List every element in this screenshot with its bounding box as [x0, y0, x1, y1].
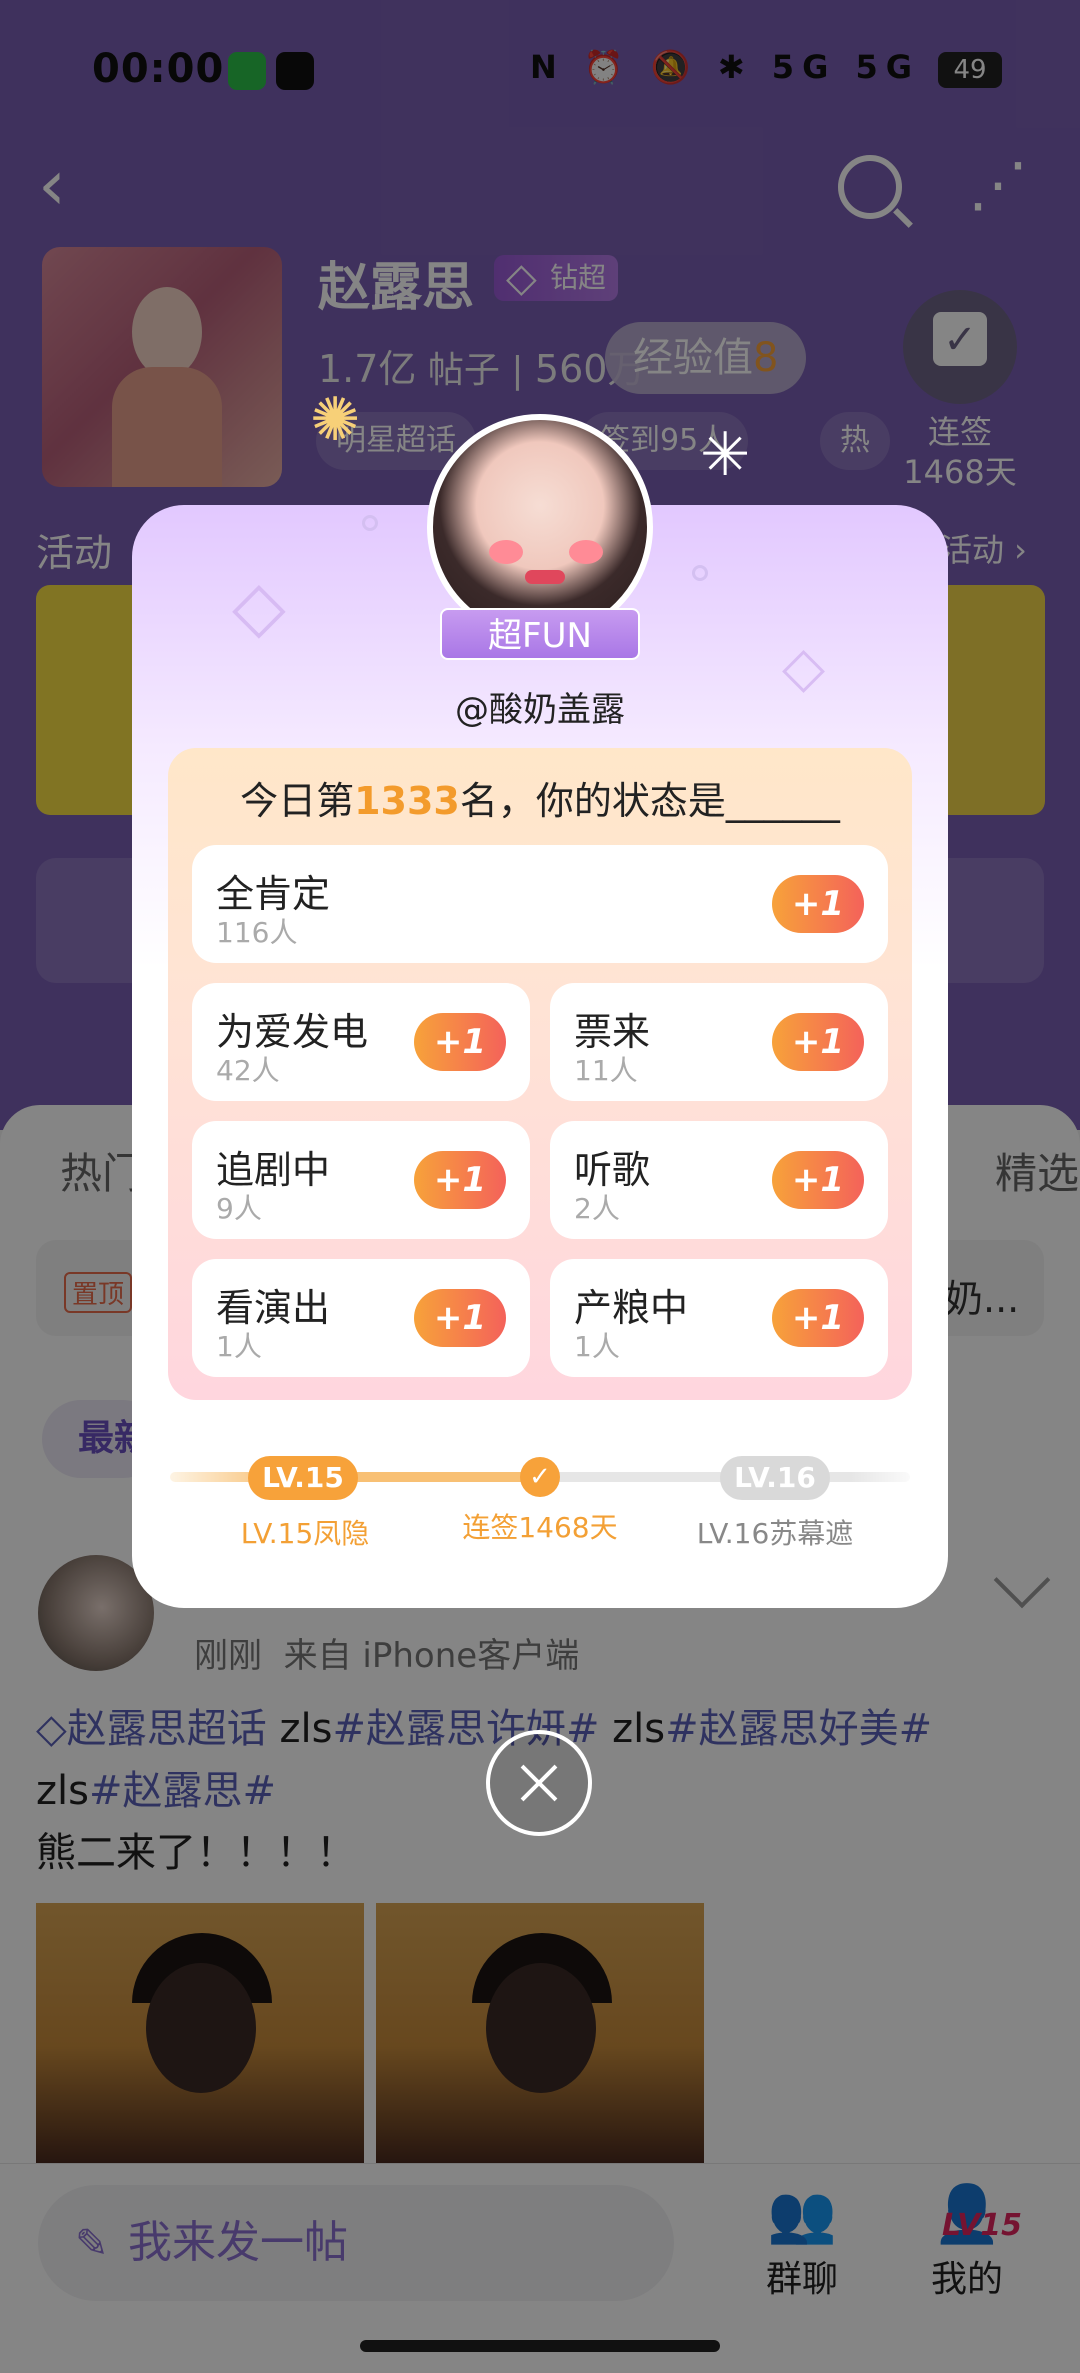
next-level-badge: LV.16 [720, 1456, 830, 1500]
status-option[interactable]: 看演出 1人 +1 [192, 1259, 530, 1377]
super-fun-badge: 超FUN [420, 608, 660, 662]
status-option[interactable]: 听歌 2人 +1 [550, 1121, 888, 1239]
diamond-deco-icon: ◇ [232, 565, 286, 647]
checkin-streak: 连签1468天 [462, 1511, 618, 1544]
diamond-deco-icon: ◇ [782, 635, 826, 700]
plus-one-button[interactable]: +1 [414, 1013, 506, 1071]
status-option[interactable]: 追剧中 9人 +1 [192, 1121, 530, 1239]
plus-one-button[interactable]: +1 [772, 1289, 864, 1347]
current-level-badge: LV.15 [248, 1456, 358, 1500]
user-handle: @酸奶盖露 [455, 690, 625, 730]
user-avatar [427, 414, 653, 640]
status-option[interactable]: 为爱发电 42人 +1 [192, 983, 530, 1101]
status-option[interactable]: 票来 11人 +1 [550, 983, 888, 1101]
plus-one-button[interactable]: +1 [414, 1289, 506, 1347]
sparkle-icon: ✺ [310, 385, 361, 455]
status-option[interactable]: 产粮中 1人 +1 [550, 1259, 888, 1377]
next-level-name: LV.16苏幕遮 [696, 1517, 854, 1550]
bubble-deco [362, 515, 378, 531]
rank-number: 1333 [354, 779, 460, 823]
bubble-deco [692, 565, 708, 581]
plus-one-button[interactable]: +1 [772, 1151, 864, 1209]
current-level-name: LV.15凤隐 [240, 1517, 370, 1550]
status-option[interactable]: 全肯定 116人 +1 [192, 845, 888, 963]
plus-one-button[interactable]: +1 [772, 875, 864, 933]
plus-one-button[interactable]: +1 [772, 1013, 864, 1071]
plus-one-button[interactable]: +1 [414, 1151, 506, 1209]
status-question: 今日第1333名，你的状态是______ [240, 779, 840, 823]
check-icon: ✓ [520, 1457, 560, 1497]
sparkle-icon: ✳ [700, 420, 751, 490]
close-icon[interactable] [486, 1730, 592, 1836]
